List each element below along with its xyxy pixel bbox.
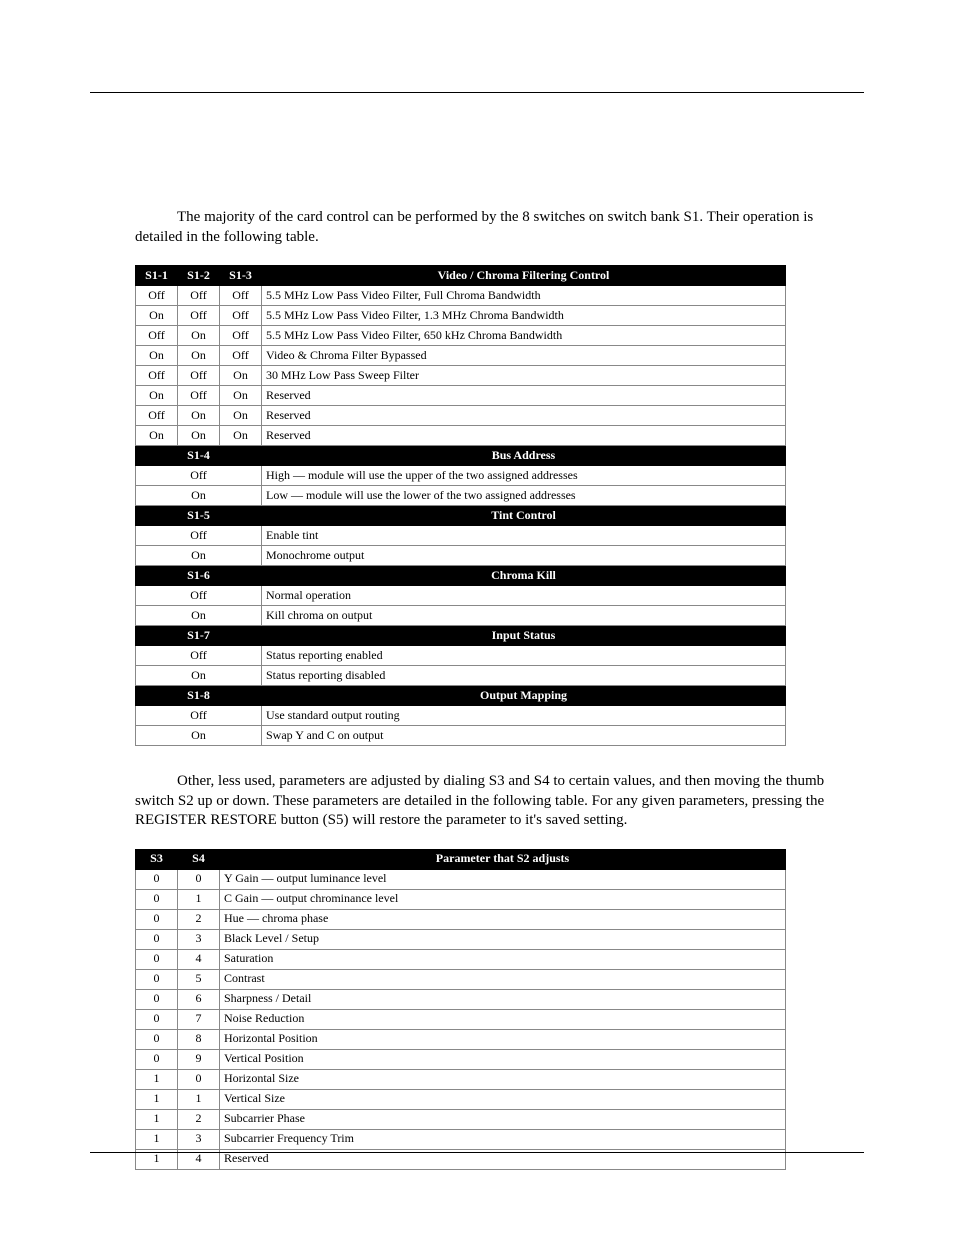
table-row: 00Y Gain — output luminance level xyxy=(136,869,786,889)
table-row: OnMonochrome output xyxy=(136,546,786,566)
document-content: The majority of the card control can be … xyxy=(135,208,864,1196)
table-row: OffOnOnReserved xyxy=(136,406,786,426)
col-desc: Video / Chroma Filtering Control xyxy=(262,266,786,286)
col-desc: Output Mapping xyxy=(262,686,786,706)
table-row: OffNormal operation xyxy=(136,586,786,606)
col-s1-7: S1-7 xyxy=(136,626,262,646)
table-row: OffOffOff5.5 MHz Low Pass Video Filter, … xyxy=(136,286,786,306)
col-s1-5: S1-5 xyxy=(136,506,262,526)
table-row: 01C Gain — output chrominance level xyxy=(136,889,786,909)
table-row: OnLow — module will use the lower of the… xyxy=(136,486,786,506)
col-s4: S4 xyxy=(178,849,220,869)
header-rule xyxy=(90,92,864,93)
table-row: OffEnable tint xyxy=(136,526,786,546)
col-s1-3: S1-3 xyxy=(220,266,262,286)
table-row: 11Vertical Size xyxy=(136,1089,786,1109)
col-desc: Input Status xyxy=(262,626,786,646)
table-row: 02Hue — chroma phase xyxy=(136,909,786,929)
col-s1-8: S1-8 xyxy=(136,686,262,706)
col-s1-4: S1-4 xyxy=(136,446,262,466)
switch-bank-table: S1-1 S1-2 S1-3 Video / Chroma Filtering … xyxy=(135,265,786,746)
table-row: OffStatus reporting enabled xyxy=(136,646,786,666)
table-row: OffUse standard output routing xyxy=(136,706,786,726)
col-s1-2: S1-2 xyxy=(178,266,220,286)
table-subheader: S1-8 Output Mapping xyxy=(136,686,786,706)
table-row: 07Noise Reduction xyxy=(136,1009,786,1029)
table-row: OnOffOff5.5 MHz Low Pass Video Filter, 1… xyxy=(136,306,786,326)
col-desc: Tint Control xyxy=(262,506,786,526)
table-row: OffOffOn30 MHz Low Pass Sweep Filter xyxy=(136,366,786,386)
table-row: 06Sharpness / Detail xyxy=(136,989,786,1009)
table-subheader: S1-6 Chroma Kill xyxy=(136,566,786,586)
col-desc: Chroma Kill xyxy=(262,566,786,586)
table-row: 10Horizontal Size xyxy=(136,1069,786,1089)
table-row: 05Contrast xyxy=(136,969,786,989)
table-subheader: S1-4 Bus Address xyxy=(136,446,786,466)
table-row: OffOnOff5.5 MHz Low Pass Video Filter, 6… xyxy=(136,326,786,346)
col-s1-6: S1-6 xyxy=(136,566,262,586)
col-s1-1: S1-1 xyxy=(136,266,178,286)
paragraph-1: The majority of the card control can be … xyxy=(135,208,864,247)
table-row: 08Horizontal Position xyxy=(136,1029,786,1049)
table-row: 13Subcarrier Frequency Trim xyxy=(136,1129,786,1149)
table-row: OnKill chroma on output xyxy=(136,606,786,626)
footer-rule xyxy=(90,1152,864,1153)
table-subheader: S1-7 Input Status xyxy=(136,626,786,646)
col-param: Parameter that S2 adjusts xyxy=(220,849,786,869)
col-desc: Bus Address xyxy=(262,446,786,466)
col-s3: S3 xyxy=(136,849,178,869)
paragraph-2: Other, less used, parameters are adjuste… xyxy=(135,772,864,831)
parameter-table: S3 S4 Parameter that S2 adjusts 00Y Gain… xyxy=(135,849,786,1170)
table-header: S1-1 S1-2 S1-3 Video / Chroma Filtering … xyxy=(136,266,786,286)
table-subheader: S1-5 Tint Control xyxy=(136,506,786,526)
table-row: OnStatus reporting disabled xyxy=(136,666,786,686)
table-row: OnOnOffVideo & Chroma Filter Bypassed xyxy=(136,346,786,366)
table-row: OnSwap Y and C on output xyxy=(136,726,786,746)
table-row: OnOnOnReserved xyxy=(136,426,786,446)
table-row: 09Vertical Position xyxy=(136,1049,786,1069)
table-row: 03Black Level / Setup xyxy=(136,929,786,949)
table-row: OffHigh — module will use the upper of t… xyxy=(136,466,786,486)
table-row: 04Saturation xyxy=(136,949,786,969)
table-header: S3 S4 Parameter that S2 adjusts xyxy=(136,849,786,869)
table-row: OnOffOnReserved xyxy=(136,386,786,406)
table-row: 12Subcarrier Phase xyxy=(136,1109,786,1129)
